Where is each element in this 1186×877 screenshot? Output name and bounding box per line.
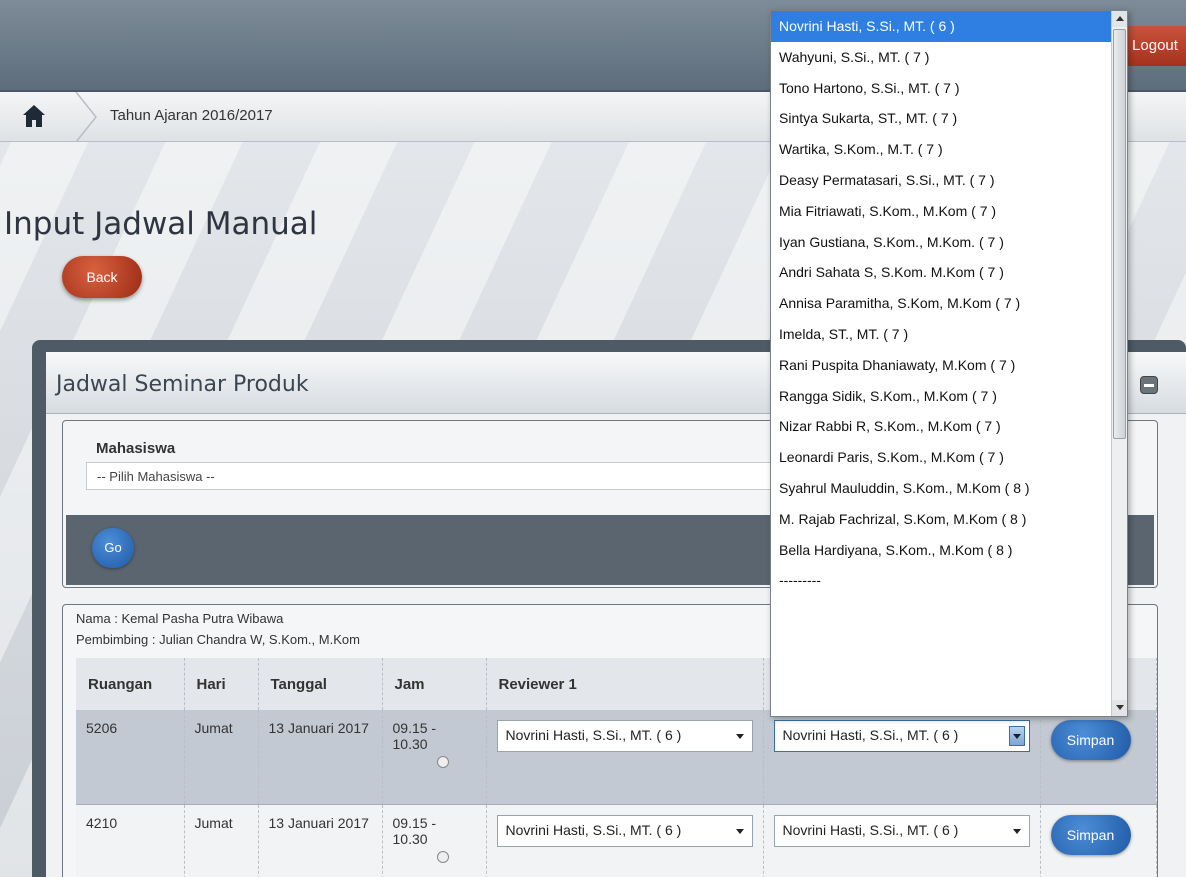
- cell-hari: Jumat: [184, 804, 259, 877]
- save-button[interactable]: Simpan: [1050, 720, 1131, 760]
- dropdown-option[interactable]: Wartika, S.Kom., M.T. ( 7 ): [771, 134, 1127, 165]
- supervisor-name: Pembimbing : Julian Chandra W, S.Kom., M…: [76, 632, 360, 647]
- panel-title: Jadwal Seminar Produk: [56, 372, 309, 397]
- scroll-down-icon[interactable]: [1112, 700, 1127, 716]
- header-hari: Hari: [184, 658, 259, 710]
- breadcrumb-item-year[interactable]: Tahun Ajaran 2016/2017: [110, 107, 273, 124]
- mahasiswa-select[interactable]: -- Pilih Mahasiswa --: [86, 462, 786, 490]
- scrollbar-thumb[interactable]: [1113, 29, 1126, 439]
- cell-jam: 09.15 - 10.30: [382, 710, 487, 805]
- chevron-down-icon[interactable]: [1008, 726, 1025, 746]
- cell-ruangan: 4210: [76, 804, 185, 877]
- cell-tanggal: 13 Januari 2017: [258, 804, 383, 877]
- dropdown-option[interactable]: Iyan Gustiana, S.Kom., M.Kom. ( 7 ): [771, 227, 1127, 258]
- header-tanggal: Tanggal: [258, 658, 383, 710]
- mahasiswa-label: Mahasiswa: [96, 440, 176, 457]
- reviewer-1-select[interactable]: Novrini Hasti, S.Si., MT. ( 6 ): [496, 814, 753, 847]
- student-name: Nama : Kemal Pasha Putra Wibawa: [76, 611, 284, 626]
- dropdown-option[interactable]: M. Rajab Fachrizal, S.Kom, M.Kom ( 8 ): [771, 504, 1127, 535]
- dropdown-option[interactable]: Mia Fitriawati, S.Kom., M.Kom ( 7 ): [771, 196, 1127, 227]
- cell-reviewer-1: Novrini Hasti, S.Si., MT. ( 6 ): [486, 710, 764, 805]
- dropdown-option[interactable]: ---------: [771, 565, 1127, 596]
- jam-radio[interactable]: [436, 756, 449, 768]
- dropdown-option[interactable]: Tono Hartono, S.Si., MT. ( 7 ): [771, 73, 1127, 104]
- chevron-down-icon: [1012, 828, 1021, 834]
- header-ruangan: Ruangan: [76, 658, 185, 710]
- table-row: 5206 Jumat 13 Januari 2017 09.15 - 10.30…: [76, 710, 1157, 805]
- collapse-icon[interactable]: [1140, 376, 1158, 394]
- reviewer-2-select[interactable]: Novrini Hasti, S.Si., MT. ( 6 ): [773, 720, 1030, 752]
- cell-action: Simpan: [1040, 804, 1157, 877]
- chevron-down-icon: [735, 734, 744, 739]
- home-icon[interactable]: [20, 102, 48, 130]
- reviewer-2-value: Novrini Hasti, S.Si., MT. ( 6 ): [782, 821, 959, 838]
- go-button[interactable]: Go: [92, 528, 134, 568]
- jam-text: 09.15 - 10.30: [392, 814, 437, 847]
- cell-reviewer-2: Novrini Hasti, S.Si., MT. ( 6 ): [763, 710, 1041, 805]
- reviewer-1-value: Novrini Hasti, S.Si., MT. ( 6 ): [505, 727, 682, 743]
- save-button[interactable]: Simpan: [1050, 814, 1131, 855]
- cell-ruangan: 5206: [76, 710, 185, 805]
- cell-reviewer-2: Novrini Hasti, S.Si., MT. ( 6 ): [763, 804, 1041, 877]
- page-title: Input Jadwal Manual: [4, 206, 318, 242]
- cell-tanggal: 13 Januari 2017: [258, 710, 383, 805]
- breadcrumb-separator-icon: [75, 92, 97, 142]
- reviewer-1-value: Novrini Hasti, S.Si., MT. ( 6 ): [505, 821, 682, 838]
- dropdown-option[interactable]: Novrini Hasti, S.Si., MT. ( 6 ): [771, 11, 1127, 42]
- cell-action: Simpan: [1040, 710, 1157, 805]
- jam-radio[interactable]: [436, 850, 449, 863]
- dropdown-option[interactable]: Rangga Sidik, S.Kom., M.Kom ( 7 ): [771, 381, 1127, 412]
- cell-jam: 09.15 - 10.30: [382, 804, 487, 877]
- dropdown-scrollbar[interactable]: [1111, 11, 1127, 716]
- dropdown-option[interactable]: Imelda, ST., MT. ( 7 ): [771, 319, 1127, 350]
- dropdown-option[interactable]: Leonardi Paris, S.Kom., M.Kom ( 7 ): [771, 442, 1127, 473]
- chevron-down-icon: [735, 828, 744, 834]
- reviewer-2-value: Novrini Hasti, S.Si., MT. ( 6 ): [782, 727, 959, 743]
- header-reviewer-1: Reviewer 1: [486, 658, 764, 710]
- back-button[interactable]: Back: [62, 256, 142, 298]
- dropdown-option[interactable]: Bella Hardiyana, S.Kom., M.Kom ( 8 ): [771, 535, 1127, 566]
- table-row: 4210 Jumat 13 Januari 2017 09.15 - 10.30…: [76, 804, 1157, 877]
- reviewer-1-select[interactable]: Novrini Hasti, S.Si., MT. ( 6 ): [496, 720, 753, 752]
- reviewer-2-select[interactable]: Novrini Hasti, S.Si., MT. ( 6 ): [773, 814, 1030, 847]
- dropdown-options: Novrini Hasti, S.Si., MT. ( 6 ) Wahyuni, …: [771, 11, 1127, 596]
- header-jam: Jam: [382, 658, 487, 710]
- cell-hari: Jumat: [184, 710, 259, 805]
- scroll-up-icon[interactable]: [1112, 11, 1127, 27]
- reviewer-dropdown-list[interactable]: Novrini Hasti, S.Si., MT. ( 6 ) Wahyuni, …: [770, 10, 1128, 717]
- dropdown-option[interactable]: Andri Sahata S, S.Kom. M.Kom ( 7 ): [771, 257, 1127, 288]
- cell-reviewer-1: Novrini Hasti, S.Si., MT. ( 6 ): [486, 804, 764, 877]
- dropdown-option[interactable]: Deasy Permatasari, S.Si., MT. ( 7 ): [771, 165, 1127, 196]
- jam-text: 09.15 - 10.30: [392, 720, 437, 752]
- dropdown-option[interactable]: Wahyuni, S.Si., MT. ( 7 ): [771, 42, 1127, 73]
- dropdown-option[interactable]: Rani Puspita Dhaniawaty, M.Kom ( 7 ): [771, 350, 1127, 381]
- dropdown-option[interactable]: Nizar Rabbi R, S.Kom., M.Kom ( 7 ): [771, 411, 1127, 442]
- dropdown-option[interactable]: Syahrul Mauluddin, S.Kom., M.Kom ( 8 ): [771, 473, 1127, 504]
- dropdown-option[interactable]: Annisa Paramitha, S.Kom, M.Kom ( 7 ): [771, 288, 1127, 319]
- dropdown-option[interactable]: Sintya Sukarta, ST., MT. ( 7 ): [771, 103, 1127, 134]
- logout-button[interactable]: Logout: [1124, 26, 1186, 66]
